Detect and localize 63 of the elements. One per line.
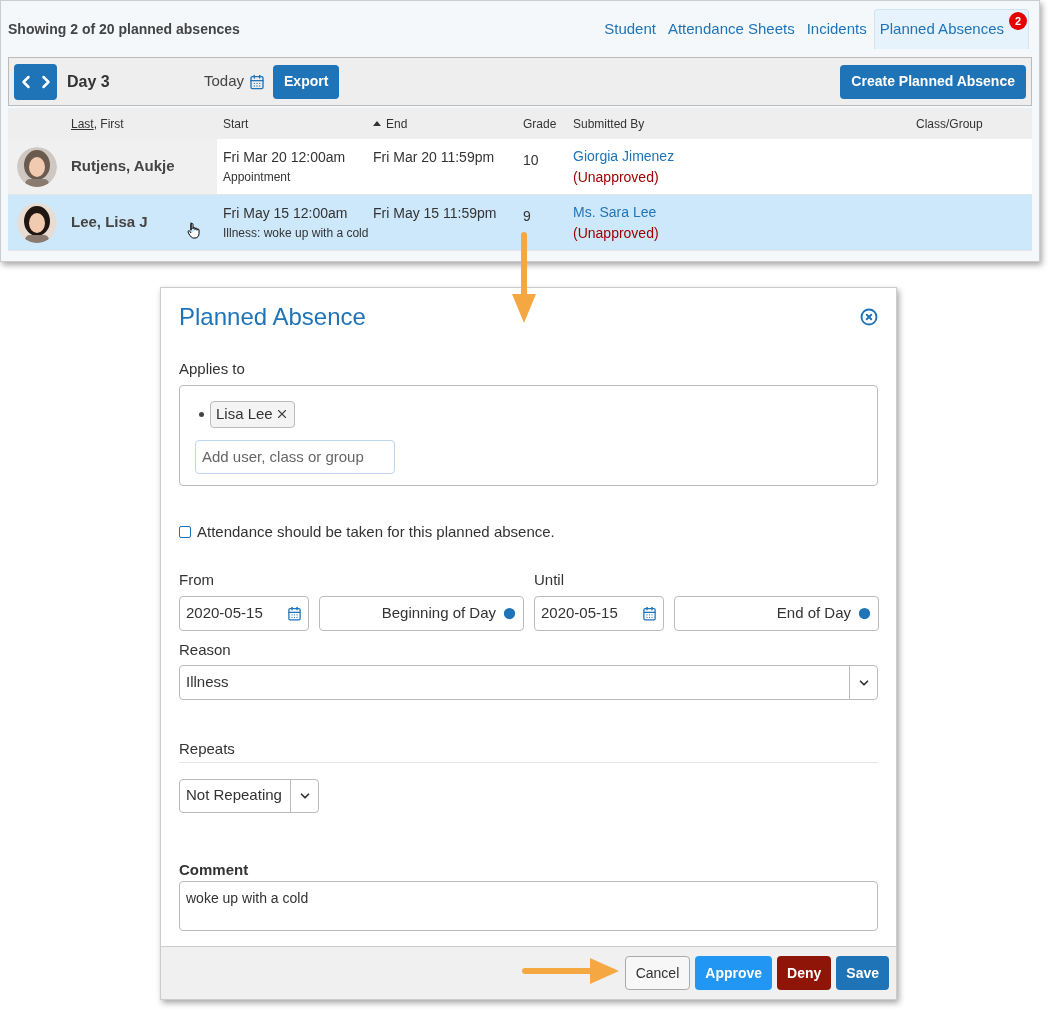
add-user-field[interactable]: Add user, class or group <box>195 439 395 474</box>
start-time: Fri Mar 20 12:00am <box>223 148 347 167</box>
column-header[interactable]: Submitted By <box>567 114 910 133</box>
cancel-button[interactable]: Cancel <box>624 956 691 990</box>
checkbox[interactable] <box>179 525 191 538</box>
bullet-icon <box>199 411 204 417</box>
calendar-icon <box>287 605 302 621</box>
grade-text: 9 <box>522 207 532 226</box>
column-header[interactable]: End <box>367 114 517 133</box>
create-button[interactable]: Create Planned Absence <box>840 64 1026 99</box>
end-time: Fri May 15 11:59pm <box>373 204 497 223</box>
export-button[interactable]: Export <box>273 64 340 99</box>
user-chip[interactable]: Lisa Lee <box>210 400 295 428</box>
field-label: Reason <box>179 639 232 660</box>
calendar-icon <box>249 73 266 90</box>
table-row[interactable]: Rutjens, Aukje Fri Mar 20 12:00am Fri Mar 20 11:59pm Appointment 10 Giorgia Jimenez (Unapproved) <box>8 139 1032 195</box>
student-name: Lee, Lisa J <box>71 212 148 233</box>
clock-icon <box>857 605 872 621</box>
column-header[interactable]: Class/Group <box>910 114 1032 133</box>
field-label: Comment <box>179 859 250 880</box>
close-icon[interactable] <box>860 308 878 326</box>
column-header[interactable]: Start <box>217 114 367 133</box>
tab[interactable]: Student <box>599 9 661 49</box>
time-field[interactable]: Beginning of Day <box>319 595 524 631</box>
grade-text: 10 <box>522 151 540 170</box>
field-label: Applies to <box>179 359 246 379</box>
day-label: Day 3 <box>67 71 111 92</box>
absence-note: Illness: woke up with a cold <box>223 225 370 242</box>
save-button[interactable]: Save <box>836 956 889 990</box>
start-time: Fri May 15 12:00am <box>223 204 349 223</box>
tab[interactable]: Planned Absences 2 <box>873 9 1029 49</box>
comment-field[interactable]: woke up with a cold <box>179 881 878 931</box>
table-row[interactable]: Lee, Lisa J Fri May 15 12:00am Fri May 15 11:59pm Illness: woke up with a cold 9 Ms. Sara Lee (Unapproved) <box>8 195 1032 251</box>
column-header[interactable]: Grade <box>517 114 567 133</box>
today-button[interactable]: Today <box>204 70 266 93</box>
tab[interactable]: Incidents <box>801 9 872 49</box>
submitter-link[interactable]: Giorgia Jimenez <box>573 145 910 167</box>
dialog-title: Planned Absence <box>179 302 366 332</box>
end-time: Fri Mar 20 11:59pm <box>373 148 495 167</box>
absence-note: Appointment <box>223 169 292 186</box>
field-label: From <box>179 570 215 590</box>
submitter-link[interactable]: Ms. Sara Lee <box>573 201 910 223</box>
column-header[interactable]: Last, First <box>65 114 217 133</box>
approval-status: (Unapproved) <box>573 167 660 187</box>
clock-icon <box>502 605 517 621</box>
approval-status: (Unapproved) <box>573 223 660 243</box>
field-label: Until <box>534 570 565 590</box>
date-field[interactable]: 2020-05-15 <box>179 595 309 631</box>
calendar-icon <box>642 605 657 621</box>
repeats-select[interactable]: Not Repeating <box>179 778 319 813</box>
section-label: Repeats <box>179 738 878 763</box>
time-field[interactable]: End of Day <box>674 595 879 631</box>
hand-cursor-icon <box>187 220 201 239</box>
day-nav-button[interactable] <box>14 63 57 100</box>
reason-select[interactable]: Illness <box>179 665 878 700</box>
date-field[interactable]: 2020-05-15 <box>534 595 664 631</box>
tab[interactable]: Attendance Sheets <box>662 9 800 49</box>
student-name: Rutjens, Aukje <box>71 156 175 177</box>
count-badge: 2 <box>1009 12 1027 30</box>
sort-icon <box>373 121 381 126</box>
deny-button[interactable]: Deny <box>777 956 832 990</box>
summary-text: Showing 2 of 20 planned absences <box>8 19 240 39</box>
checkbox-label: Attendance should be taken for this planned absence. <box>197 521 555 542</box>
